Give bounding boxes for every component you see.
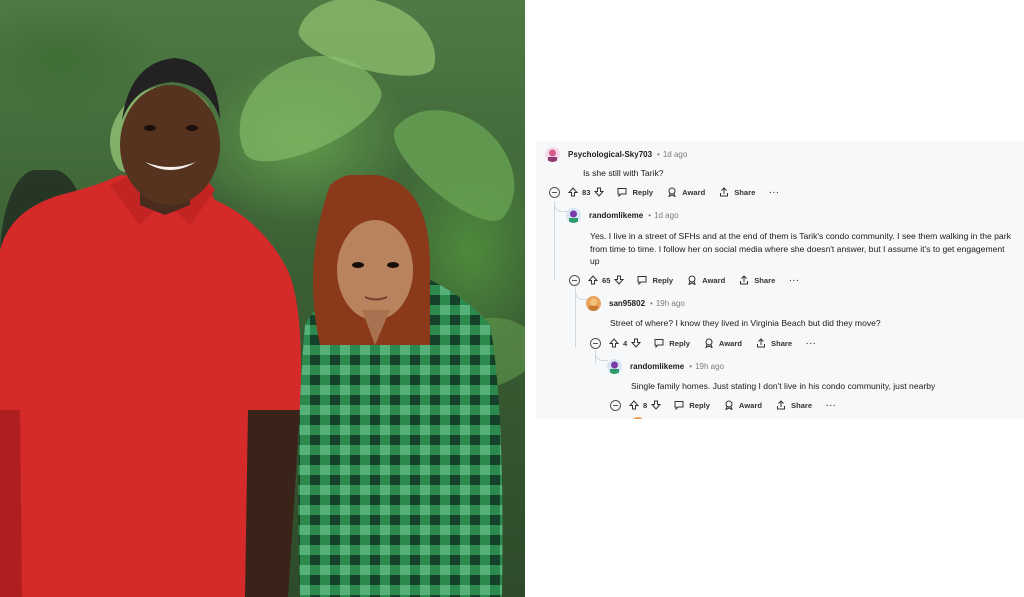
vote-control: 4 xyxy=(609,338,642,348)
comment-body: Is she still with Tarik? xyxy=(583,168,664,178)
reply-label: Reply xyxy=(632,187,654,197)
avatar[interactable] xyxy=(607,358,622,374)
vote-count: 4 xyxy=(623,338,628,348)
more-options-button[interactable]: ··· xyxy=(826,401,837,410)
comment-actions: 65 Reply Award Share ··· xyxy=(569,273,800,287)
vote-count: 65 xyxy=(602,275,611,285)
share-button[interactable]: Share xyxy=(739,275,775,285)
award-icon xyxy=(688,275,696,285)
share-button[interactable]: Share xyxy=(756,338,792,348)
reply-icon xyxy=(617,188,627,197)
separator-dot: • xyxy=(657,149,660,159)
award-button[interactable]: Award xyxy=(704,338,742,348)
timestamp[interactable]: 19h ago xyxy=(656,299,685,308)
couple-photo xyxy=(0,0,525,597)
upvote-icon[interactable] xyxy=(588,275,598,285)
comment-meta: randomlikeme • 1d ago xyxy=(566,207,679,223)
comment-actions: 83 Reply Award Share ··· xyxy=(549,185,780,199)
reply-icon xyxy=(674,401,684,410)
reply-button[interactable]: Reply xyxy=(674,400,710,410)
comment-body: Single family homes. Just stating I don'… xyxy=(631,381,936,391)
timestamp[interactable]: 1d ago xyxy=(663,150,687,159)
collapse-thread-button[interactable] xyxy=(590,337,601,349)
username[interactable]: randomlikeme xyxy=(630,362,684,371)
vote-count: 83 xyxy=(582,187,591,197)
comment-thread: Psychological-Sky703 • 1d ago Is she sti… xyxy=(536,141,1024,419)
vote-count: 8 xyxy=(643,400,648,410)
collapse-thread-button[interactable] xyxy=(610,399,621,411)
upvote-icon[interactable] xyxy=(568,187,578,197)
downvote-icon[interactable] xyxy=(631,338,642,348)
separator-dot: • xyxy=(689,361,693,371)
avatar xyxy=(631,417,645,419)
share-label: Share xyxy=(771,338,793,348)
reply-label: Reply xyxy=(652,275,674,285)
share-icon xyxy=(757,338,765,348)
separator-dot: • xyxy=(648,210,652,220)
reply-icon xyxy=(637,276,647,285)
award-icon xyxy=(725,400,733,410)
collapse-thread-button[interactable] xyxy=(569,274,580,286)
award-label: Award xyxy=(738,400,762,410)
share-button[interactable]: Share xyxy=(719,187,755,197)
comment-meta: san95802 • 19h ago xyxy=(586,295,685,311)
award-button[interactable]: Award xyxy=(724,400,762,410)
collapse-thread-button[interactable] xyxy=(549,186,560,198)
comment-actions: 8 Reply Award Share ··· xyxy=(610,398,837,412)
separator-dot: • xyxy=(650,298,653,308)
award-button[interactable]: Award xyxy=(667,187,705,197)
timestamp[interactable]: 1d ago xyxy=(654,211,678,220)
vote-control: 65 xyxy=(588,275,625,285)
award-icon xyxy=(705,338,713,348)
vote-control: 83 xyxy=(568,187,605,197)
downvote-icon[interactable] xyxy=(651,400,662,410)
downvote-icon[interactable] xyxy=(614,275,625,285)
avatar[interactable] xyxy=(545,146,560,162)
username[interactable]: san95802 xyxy=(609,299,645,308)
upvote-icon[interactable] xyxy=(609,338,619,348)
timestamp[interactable]: 19h ago xyxy=(695,362,724,371)
comment-meta: randomlikeme • 19h ago xyxy=(607,358,724,374)
avatar[interactable] xyxy=(586,295,601,311)
award-label: Award xyxy=(702,275,726,285)
more-options-button[interactable]: ··· xyxy=(789,276,800,285)
award-button[interactable]: Award xyxy=(687,275,725,285)
reply-button[interactable]: Reply xyxy=(617,187,653,197)
thread-line xyxy=(554,201,555,281)
reply-button[interactable]: Reply xyxy=(654,338,690,348)
upvote-icon[interactable] xyxy=(629,400,639,410)
award-icon xyxy=(668,187,676,197)
comment-actions: 4 Reply Award Share ··· xyxy=(590,336,817,350)
reply-button[interactable]: Reply xyxy=(637,275,673,285)
share-icon xyxy=(777,400,785,410)
more-options-button[interactable]: ··· xyxy=(769,188,780,197)
reply-label: Reply xyxy=(689,400,710,410)
downvote-icon[interactable] xyxy=(594,187,605,197)
man-in-red-shirt xyxy=(0,58,301,597)
share-button[interactable]: Share xyxy=(776,400,812,410)
share-label: Share xyxy=(791,400,813,410)
reply-icon xyxy=(654,339,664,348)
share-label: Share xyxy=(754,275,776,285)
more-options-button[interactable]: ··· xyxy=(806,339,817,348)
vote-control: 8 xyxy=(629,400,662,410)
username[interactable]: randomlikeme xyxy=(589,211,643,220)
share-label: Share xyxy=(734,187,756,197)
share-icon xyxy=(720,187,729,197)
comment-body: Street of where? I know they lived in Vi… xyxy=(610,318,881,328)
award-label: Award xyxy=(718,338,742,348)
avatar[interactable] xyxy=(566,207,581,223)
award-label: Award xyxy=(682,187,706,197)
comment-body: Yes. I live in a street of SFHs and at t… xyxy=(590,231,1011,267)
share-icon xyxy=(740,275,749,285)
username[interactable]: Psychological-Sky703 xyxy=(568,150,652,159)
woman-in-green-plaid-shirt xyxy=(298,175,503,597)
comment-meta: Psychological-Sky703 • 1d ago xyxy=(545,146,687,162)
reply-label: Reply xyxy=(669,338,690,348)
